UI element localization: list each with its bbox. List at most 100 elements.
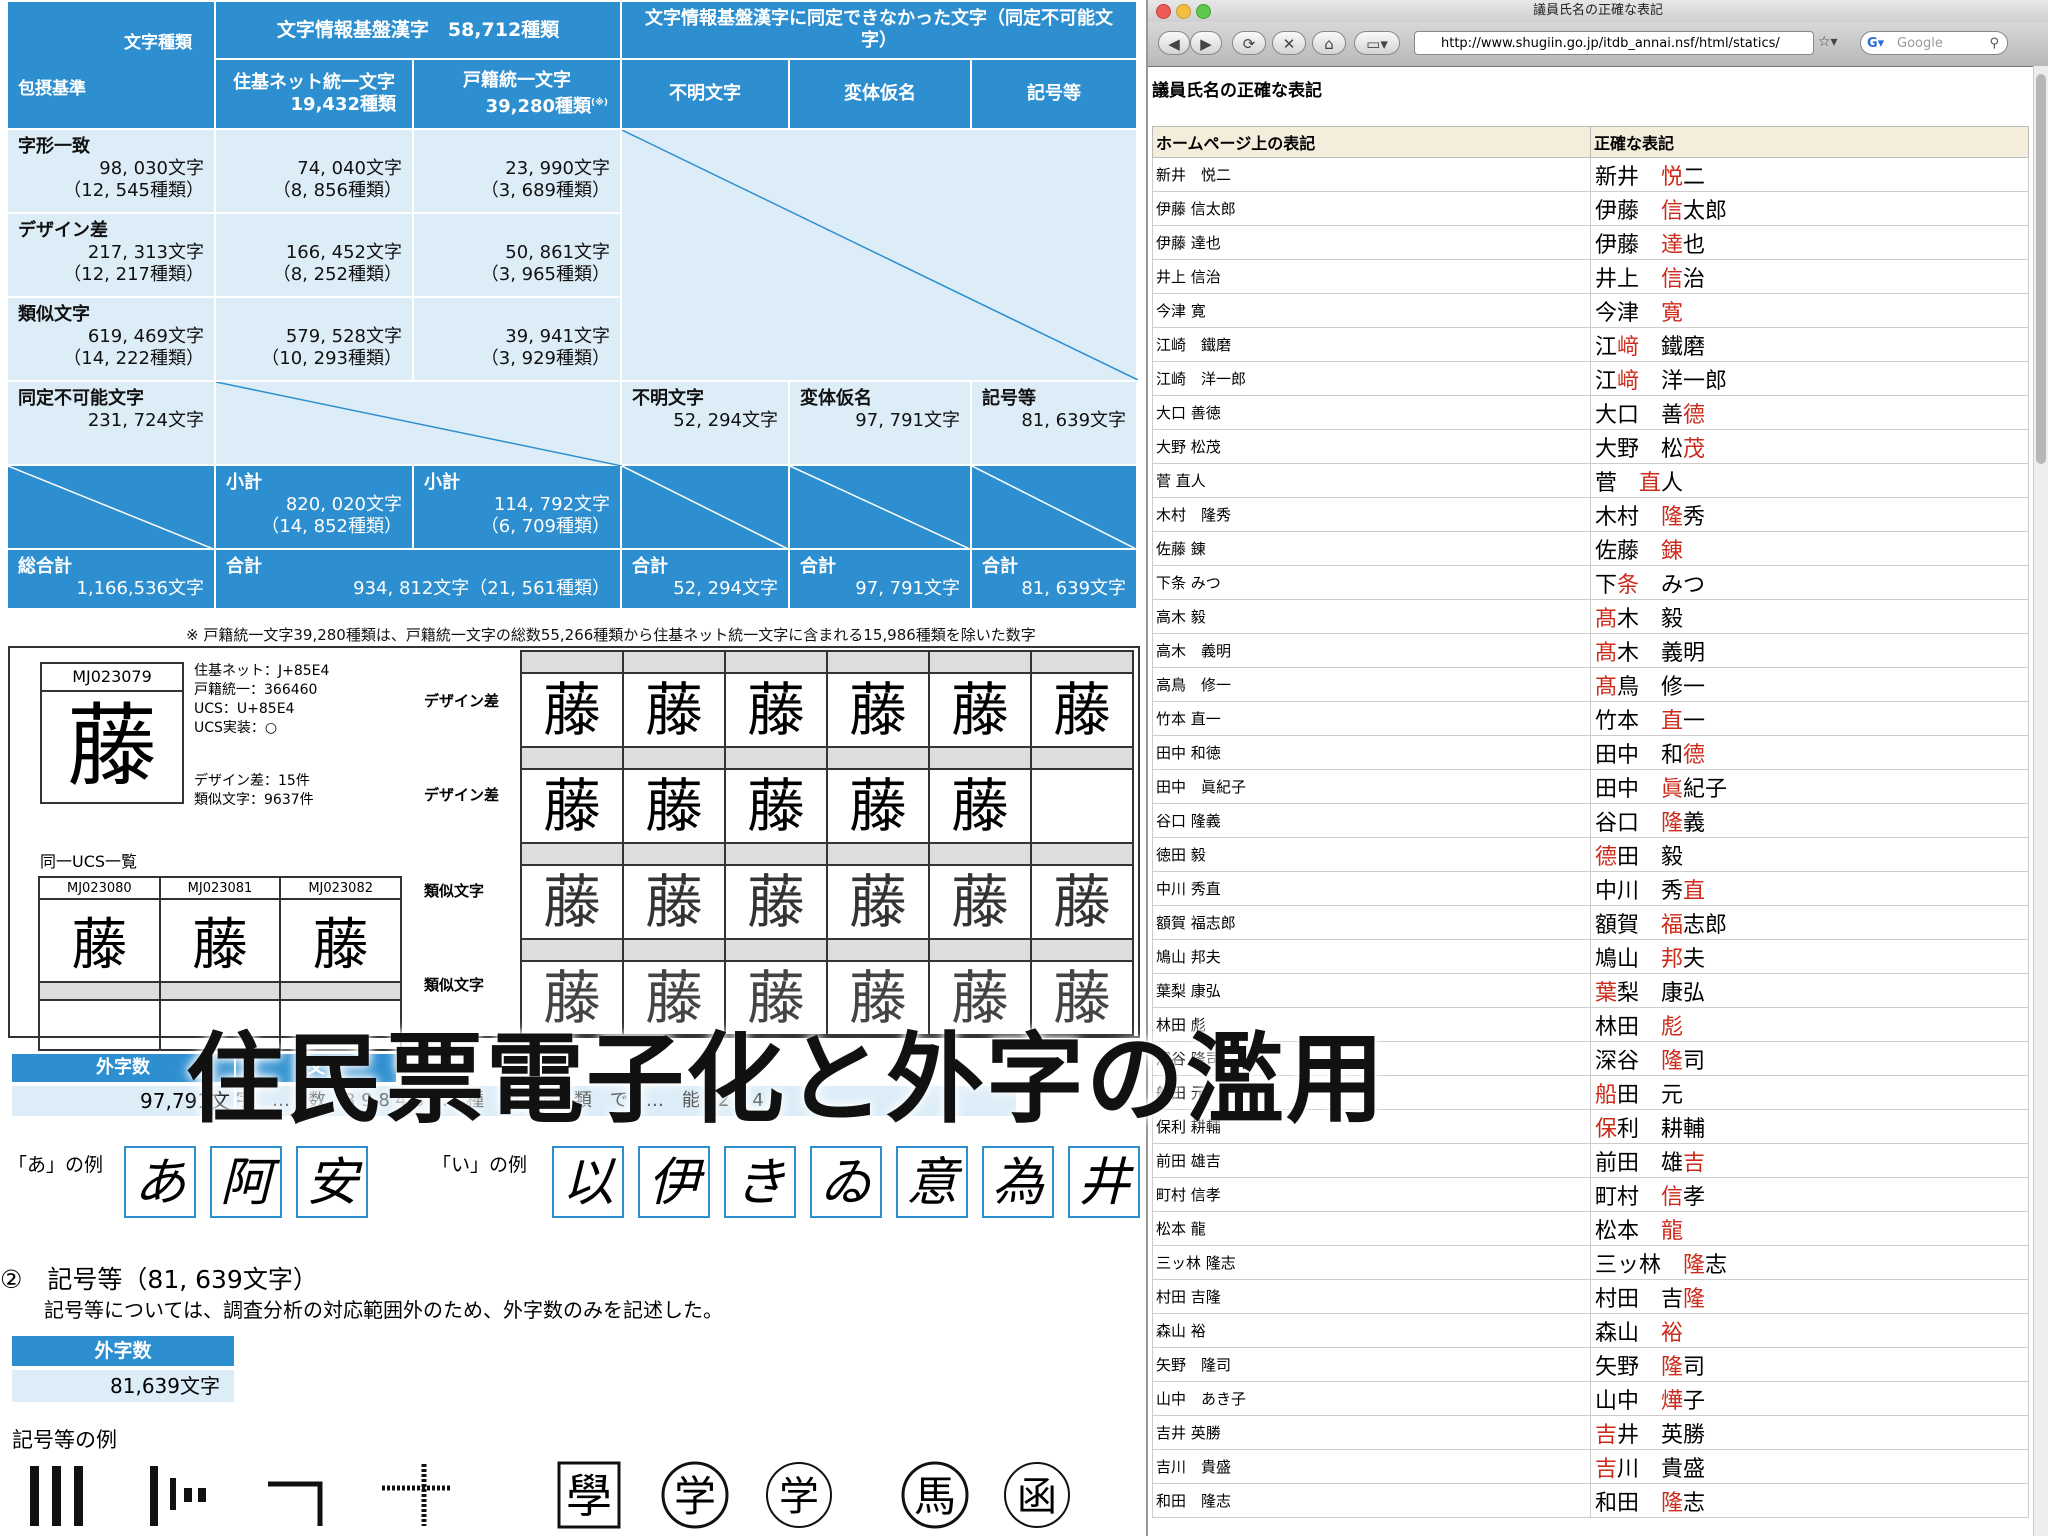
- correct-name: 葉梨 康弘: [1590, 973, 2029, 1008]
- reload-button[interactable]: ⟳: [1232, 31, 1266, 55]
- name-part: 子: [1683, 1388, 1706, 1414]
- highlighted-kanji: 信: [1661, 266, 1684, 292]
- zoom-window-button[interactable]: [1196, 4, 1211, 19]
- homepage-name: 和田 隆志: [1152, 1483, 1591, 1518]
- homepage-name: 吉川 貴盛: [1152, 1449, 1591, 1484]
- highlighted-kanji: 信: [1661, 198, 1684, 224]
- highlighted-kanji: 福: [1661, 912, 1684, 938]
- row-unident-kigou: 記号等 81, 639文字: [970, 380, 1139, 466]
- subtotal-empty-1: [620, 464, 791, 550]
- name-part: 木 毅: [1617, 606, 1684, 632]
- correct-name: 伊藤 達也: [1590, 225, 2029, 260]
- correct-name: 保利 耕輔: [1590, 1109, 2029, 1144]
- highlighted-kanji: 吉: [1595, 1456, 1618, 1482]
- row-label: デザイン差: [424, 786, 500, 804]
- variant-glyph: 藤: [520, 672, 624, 748]
- variant-glyph: 藤: [724, 768, 828, 844]
- correct-name: 木村 隆秀: [1590, 497, 2029, 532]
- name-part: 佐藤: [1595, 538, 1662, 564]
- homepage-name: 江崎 鐵磨: [1152, 327, 1591, 362]
- homepage-name: 伊藤 信太郎: [1152, 191, 1591, 226]
- table-row: 竹本 直一 竹本 直一: [1152, 701, 2029, 736]
- sum-unknown: 合計 52, 294文字: [620, 548, 791, 610]
- a-example-glyph: あ: [124, 1146, 196, 1218]
- home-button[interactable]: ⌂: [1312, 31, 1346, 55]
- table-row: 大口 善徳 大口 善德: [1152, 395, 2029, 430]
- homepage-name: 谷口 隆義: [1152, 803, 1591, 838]
- name-part: 人: [1661, 470, 1684, 496]
- name-part: 田中 和: [1595, 742, 1684, 768]
- stop-button[interactable]: ✕: [1272, 31, 1306, 55]
- name-part: 鐵磨: [1639, 334, 1706, 360]
- name-part: みつ: [1639, 572, 1706, 598]
- homepage-name: 中川 秀直: [1152, 871, 1591, 906]
- section2-description: 記号等については、調査分析の対応範囲外のため、外字数のみを記述した。: [44, 1298, 723, 1322]
- subtotal-koseki: 小計 114, 792文字 （6, 709種類）: [411, 464, 623, 550]
- table-row: 森山 裕森山 裕: [1152, 1313, 2029, 1348]
- row-jikei-koseki: 23, 990文字 （3, 689種類）: [411, 128, 623, 214]
- highlighted-kanji: 葉: [1595, 980, 1618, 1006]
- correct-name: 吉井 英勝: [1590, 1415, 2029, 1450]
- address-bar[interactable]: http://www.shugiin.go.jp/itdb_annai.nsf/…: [1414, 31, 1814, 55]
- kanji-statistics-table: 文字種類 包摂基準 文字情報基盤漢字 58,712種類 文字情報基盤漢字に同定で…: [6, 0, 1139, 610]
- homepage-name: 吉井 英勝: [1152, 1415, 1591, 1450]
- footnote: ※ 戸籍統一文字39,280種類は、戸籍統一文字の総数55,266種類から住基ネ…: [186, 626, 1036, 644]
- highlighted-kanji: 隆: [1661, 1354, 1684, 1380]
- homepage-name: 江崎 洋一郎: [1152, 361, 1591, 396]
- table-row: 松本 龍松本 龍: [1152, 1211, 2029, 1246]
- bookmarks-button[interactable]: ▭▾: [1354, 31, 1400, 55]
- name-part: 菅: [1595, 470, 1640, 496]
- highlighted-kanji: 﨑: [1617, 334, 1640, 360]
- variant-glyph: 藤: [520, 768, 624, 844]
- search-field[interactable]: G▾ Google ⚲: [1860, 31, 2008, 55]
- table-row: 田中 眞紀子 田中 眞紀子: [1152, 769, 2029, 804]
- vertical-scrollbar[interactable]: [2033, 66, 2048, 1536]
- name-part: 洋一郎: [1639, 368, 1728, 394]
- back-button[interactable]: ◀: [1158, 31, 1190, 55]
- highlighted-kanji: 德: [1595, 844, 1618, 870]
- homepage-name: 森山 裕: [1152, 1313, 1591, 1348]
- homepage-name: 額賀 福志郎: [1152, 905, 1591, 940]
- page-title: 議員氏名の正確な表記: [1152, 81, 1322, 101]
- table-row: 徳田 毅德田 毅: [1152, 837, 2029, 872]
- correct-name: 田中 和德: [1590, 735, 2029, 770]
- correct-name: 船田 元: [1590, 1075, 2029, 1110]
- homepage-name: 前田 雄吉: [1152, 1143, 1591, 1178]
- sum-kigou: 合計 81, 639文字: [970, 548, 1139, 610]
- correct-name: 竹本 直一: [1590, 701, 2029, 736]
- highlighted-kanji: 邦: [1661, 946, 1684, 972]
- reload-icon: ⟳: [1242, 35, 1256, 53]
- back-arrow-icon: ◀: [1168, 35, 1180, 53]
- homepage-name: 鳩山 邦夫: [1152, 939, 1591, 974]
- name-part: 利 耕輔: [1617, 1116, 1706, 1142]
- correct-name: 井上 信治: [1590, 259, 2029, 294]
- highlighted-kanji: 龍: [1661, 1218, 1684, 1244]
- section2-title: ② 記号等（81, 639文字）: [0, 1265, 318, 1294]
- homepage-name: 佐藤 錬: [1152, 531, 1591, 566]
- gaku-circle-thin-icon: 学: [766, 1462, 832, 1528]
- name-part: 深谷: [1595, 1048, 1662, 1074]
- correct-name: 森山 裕: [1590, 1313, 2029, 1348]
- corner-bottom-label: 包摂基準: [18, 79, 86, 99]
- scrollbar-thumb[interactable]: [2036, 74, 2046, 464]
- row-design-koseki: 50, 861文字 （3, 965種類）: [411, 212, 623, 298]
- highlighted-kanji: 彪: [1661, 1014, 1684, 1040]
- a-examples-label: 「あ」の例: [8, 1154, 104, 1176]
- star-dropdown-icon[interactable]: ☆▾: [1818, 34, 1838, 50]
- similar-glyph: 藤: [520, 864, 624, 940]
- close-window-button[interactable]: [1156, 4, 1171, 19]
- uma-circle-icon: 馬: [901, 1461, 969, 1529]
- highlighted-kanji: 直: [1661, 708, 1684, 734]
- name-part: 伊藤: [1595, 198, 1662, 224]
- homepage-name: 今津 寛: [1152, 293, 1591, 328]
- name-part: 鳥 修一: [1617, 674, 1706, 700]
- correct-name: 江﨑 鐵磨: [1590, 327, 2029, 362]
- homepage-name: 大野 松茂: [1152, 429, 1591, 464]
- name-part: 今津: [1595, 300, 1662, 326]
- forward-button[interactable]: ▶: [1190, 31, 1222, 55]
- highlighted-kanji: 﨑: [1617, 368, 1640, 394]
- correct-name: 吉川 貴盛: [1590, 1449, 2029, 1484]
- i-example-glyph: 意: [896, 1146, 968, 1218]
- minimize-window-button[interactable]: [1176, 4, 1191, 19]
- home-icon: ⌂: [1324, 35, 1334, 53]
